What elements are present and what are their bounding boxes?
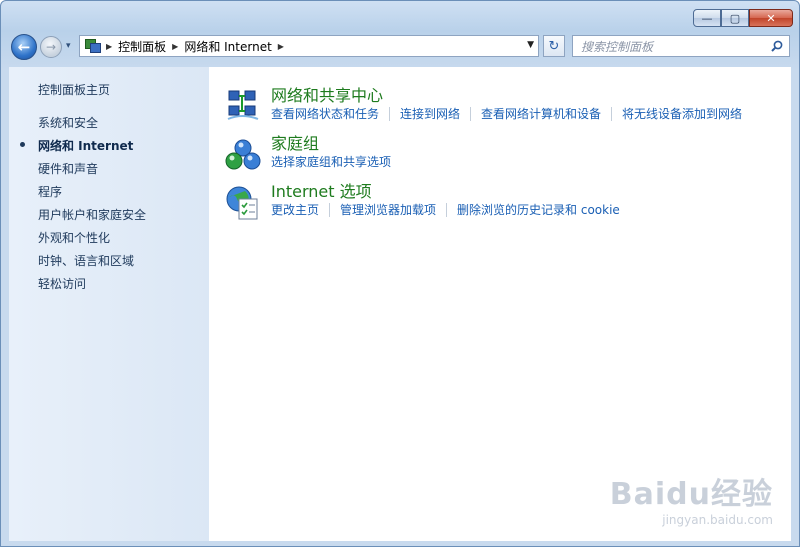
breadcrumb-separator-icon[interactable]: ▶	[172, 42, 178, 51]
control-panel-icon	[84, 39, 101, 53]
navigation-bar: ← → ▾ ▶ 控制面板 ▶ 网络和 Internet ▶ ▼ ↻ 搜索控制面板	[9, 33, 791, 61]
category-links: 选择家庭组和共享选项	[271, 153, 391, 170]
back-arrow-icon: ←	[17, 38, 31, 56]
internet-options-icon[interactable]	[225, 185, 261, 221]
sidebar-item-hardware-sound[interactable]: 硬件和声音	[38, 160, 98, 177]
breadcrumb-control-panel[interactable]: 控制面板	[118, 38, 166, 55]
category-title[interactable]: Internet 选项	[271, 178, 372, 202]
link-divider	[389, 106, 391, 121]
link-homegroup-sharing-options[interactable]: 选择家庭组和共享选项	[271, 153, 391, 170]
caption-buttons: — ▢ ✕	[693, 9, 793, 27]
watermark-url: jingyan.baidu.com	[662, 513, 773, 527]
recent-pages-dropdown-icon[interactable]: ▾	[66, 41, 71, 51]
address-bar[interactable]: ▶ 控制面板 ▶ 网络和 Internet ▶ ▼	[79, 35, 539, 57]
refresh-icon: ↻	[548, 38, 560, 54]
search-placeholder: 搜索控制面板	[581, 39, 654, 54]
link-connect-to-network[interactable]: 连接到网络	[400, 105, 460, 122]
watermark-logo: Baidu经验	[609, 477, 773, 512]
refresh-button[interactable]: ↻	[543, 35, 565, 57]
search-icon[interactable]	[771, 40, 783, 52]
minimize-button[interactable]: —	[693, 9, 721, 27]
forward-button[interactable]: →	[40, 36, 62, 58]
link-manage-addons[interactable]: 管理浏览器加载项	[340, 201, 436, 218]
back-button[interactable]: ←	[11, 34, 37, 60]
sidebar: 控制面板主页 系统和安全 网络和 Internet 硬件和声音 程序 用户帐户和…	[9, 67, 209, 541]
sidebar-item-user-accounts[interactable]: 用户帐户和家庭安全	[38, 206, 146, 223]
link-divider	[470, 106, 472, 121]
forward-arrow-icon: →	[45, 40, 57, 54]
maximize-button[interactable]: ▢	[721, 9, 749, 27]
sidebar-item-appearance[interactable]: 外观和个性化	[38, 229, 110, 246]
link-add-wireless-device[interactable]: 将无线设备添加到网络	[622, 105, 742, 122]
sidebar-item-network-internet[interactable]: 网络和 Internet	[38, 137, 133, 154]
link-view-network-computers[interactable]: 查看网络计算机和设备	[481, 105, 601, 122]
maximize-icon: ▢	[729, 11, 741, 25]
link-view-network-status[interactable]: 查看网络状态和任务	[271, 105, 379, 122]
sidebar-item-clock-language-region[interactable]: 时钟、语言和区域	[38, 252, 134, 269]
sidebar-item-programs[interactable]: 程序	[38, 183, 62, 200]
link-delete-browsing-history[interactable]: 删除浏览的历史记录和 cookie	[457, 201, 620, 218]
breadcrumb-separator-icon[interactable]: ▶	[106, 42, 112, 51]
breadcrumb-network-internet[interactable]: 网络和 Internet	[184, 38, 271, 55]
close-icon: ✕	[766, 11, 776, 25]
category-links: 更改主页 管理浏览器加载项 删除浏览的历史记录和 cookie	[271, 201, 620, 218]
link-divider	[446, 202, 448, 217]
category-title[interactable]: 家庭组	[271, 130, 319, 154]
current-item-bullet	[20, 142, 25, 147]
sidebar-item-system-security[interactable]: 系统和安全	[38, 114, 98, 131]
control-panel-window: — ▢ ✕ ← → ▾ ▶ 控制面板 ▶ 网络和 Internet ▶ ▼ ↻ …	[0, 0, 800, 547]
sidebar-item-ease-of-access[interactable]: 轻松访问	[38, 275, 86, 292]
sidebar-home-link[interactable]: 控制面板主页	[38, 81, 110, 98]
address-dropdown-icon[interactable]: ▼	[527, 40, 534, 50]
close-button[interactable]: ✕	[749, 9, 793, 27]
homegroup-icon[interactable]	[225, 137, 261, 173]
search-input[interactable]: 搜索控制面板	[572, 35, 790, 57]
minimize-icon: —	[701, 11, 713, 25]
network-center-icon[interactable]	[225, 89, 261, 125]
main-content: 网络和共享中心 查看网络状态和任务 连接到网络 查看网络计算机和设备 将无线设备…	[209, 67, 791, 541]
link-divider	[611, 106, 613, 121]
breadcrumb-separator-icon[interactable]: ▶	[278, 42, 284, 51]
category-links: 查看网络状态和任务 连接到网络 查看网络计算机和设备 将无线设备添加到网络	[271, 105, 742, 122]
watermark: Baidu经验 jingyan.baidu.com	[610, 469, 773, 527]
link-change-homepage[interactable]: 更改主页	[271, 201, 319, 218]
category-title[interactable]: 网络和共享中心	[271, 82, 383, 106]
link-divider	[329, 202, 331, 217]
